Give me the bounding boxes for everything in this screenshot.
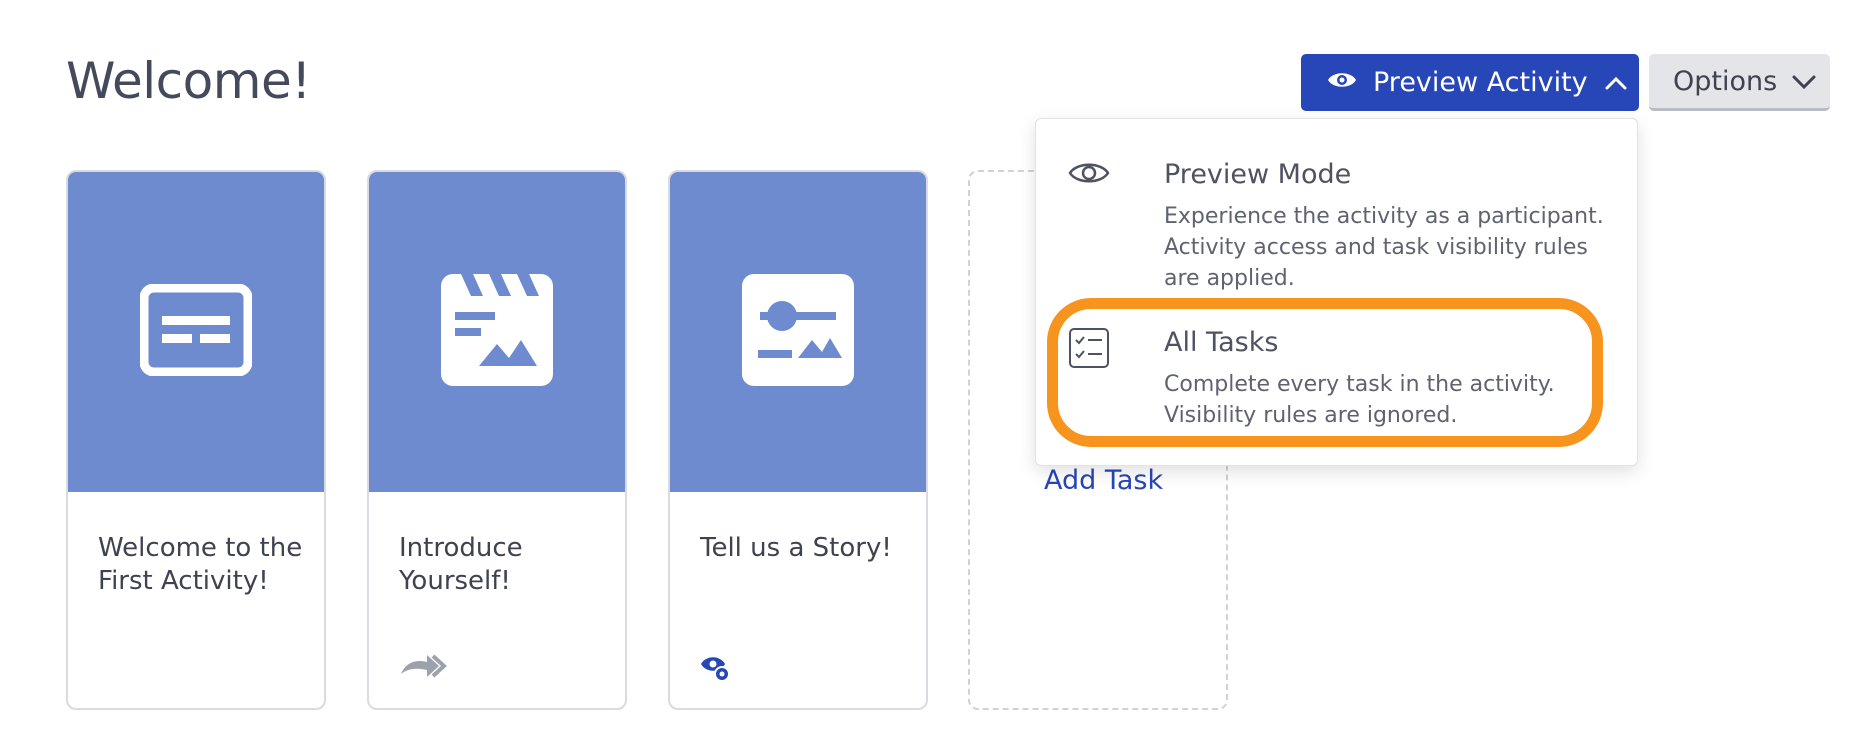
task-card[interactable]: Tell us a Story! <box>668 170 928 710</box>
task-card-header <box>369 172 625 492</box>
menu-item-description: Complete every task in the activity. Vis… <box>1164 372 1555 428</box>
preview-activity-button[interactable]: Preview Activity <box>1301 54 1639 111</box>
menu-item-all-tasks[interactable]: All Tasks Complete every task in the act… <box>1068 327 1608 437</box>
chevron-down-icon <box>1791 66 1817 97</box>
task-card-title: Introduce Yourself! <box>399 533 523 596</box>
checklist-icon <box>1068 327 1110 374</box>
double-arrow-icon <box>399 652 447 685</box>
eye-icon <box>1068 159 1110 192</box>
menu-item-description: Experience the activity as a participant… <box>1164 204 1604 291</box>
task-card-header <box>670 172 926 492</box>
options-label: Options <box>1673 65 1778 97</box>
options-button[interactable]: Options <box>1649 54 1830 111</box>
task-card-title: Welcome to the First Activity! <box>98 533 303 596</box>
task-card-title: Tell us a Story! <box>700 533 892 563</box>
task-card[interactable]: Introduce Yourself! <box>367 170 627 710</box>
menu-item-preview-mode[interactable]: Preview Mode Experience the activity as … <box>1068 159 1608 291</box>
video-clapper-icon <box>441 273 553 391</box>
menu-item-title: Preview Mode <box>1164 159 1352 190</box>
task-card[interactable]: Welcome to the First Activity! <box>66 170 326 710</box>
media-slider-icon <box>742 273 854 391</box>
page-title: Welcome! <box>66 52 311 110</box>
task-card-header <box>68 172 324 492</box>
menu-item-title: All Tasks <box>1164 327 1279 358</box>
preview-activity-menu: Preview Mode Experience the activity as … <box>1035 118 1638 466</box>
add-task-link[interactable]: Add Task <box>1044 465 1163 496</box>
text-card-icon <box>139 283 253 381</box>
eye-gear-icon <box>700 652 732 689</box>
chevron-up-icon <box>1604 67 1628 98</box>
eye-icon <box>1327 67 1357 98</box>
preview-activity-label: Preview Activity <box>1373 67 1588 98</box>
